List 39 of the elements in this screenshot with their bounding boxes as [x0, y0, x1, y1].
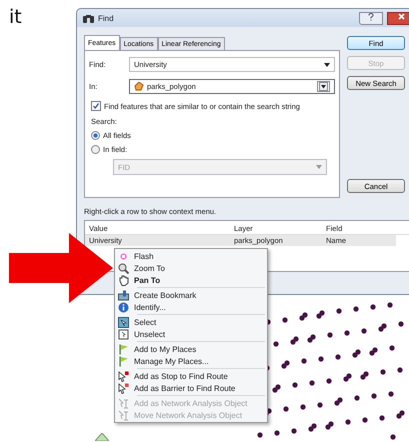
magnifier-icon — [118, 262, 129, 274]
sparkle-icon — [118, 250, 129, 262]
cursor-pin-icon — [118, 370, 129, 382]
polygon-layer-icon — [134, 82, 144, 91]
menu-item[interactable]: Zoom To — [115, 262, 267, 274]
network-icon — [118, 398, 129, 408]
close-button[interactable] — [387, 12, 409, 24]
binoculars-icon — [83, 13, 94, 23]
menu-item[interactable]: Create Bookmark — [115, 289, 267, 301]
menu-item[interactable]: Select — [115, 316, 267, 328]
triangle-icon — [95, 433, 109, 441]
radio-button[interactable] — [91, 131, 100, 140]
info-icon — [118, 302, 129, 312]
help-icon — [368, 13, 374, 21]
close-icon — [398, 13, 404, 20]
dropdown-arrow-icon — [324, 62, 330, 66]
menu-item[interactable]: Identify... — [115, 301, 267, 313]
dropdown-arrow-icon — [317, 81, 330, 92]
help-button[interactable] — [359, 12, 383, 24]
menu-item[interactable]: Add as Barrier to Find Route — [115, 382, 267, 394]
network-icon — [118, 410, 129, 420]
flag-icon — [118, 344, 129, 354]
checkbox[interactable] — [91, 101, 101, 111]
menu-item[interactable]: Flash — [115, 250, 267, 262]
menu-item[interactable]: Add to My Places — [115, 343, 267, 355]
slide-text: it — [9, 6, 22, 28]
hand-icon — [118, 274, 129, 286]
menu-item[interactable]: Add as Stop to Find Route — [115, 370, 267, 382]
bookmark-icon — [118, 290, 129, 300]
menu-item[interactable]: Unselect — [115, 328, 267, 340]
cursor-icon — [118, 316, 129, 328]
menu-item[interactable]: Pan To — [115, 274, 267, 286]
window-title: Find — [98, 14, 114, 22]
cursor-outline-icon — [118, 328, 129, 340]
dropdown-arrow-icon — [316, 165, 322, 169]
cursor-pin-icon — [118, 382, 129, 394]
menu-item[interactable]: Manage My Places... — [115, 355, 267, 367]
radio-button[interactable] — [91, 145, 100, 154]
flag-icon — [118, 356, 129, 366]
